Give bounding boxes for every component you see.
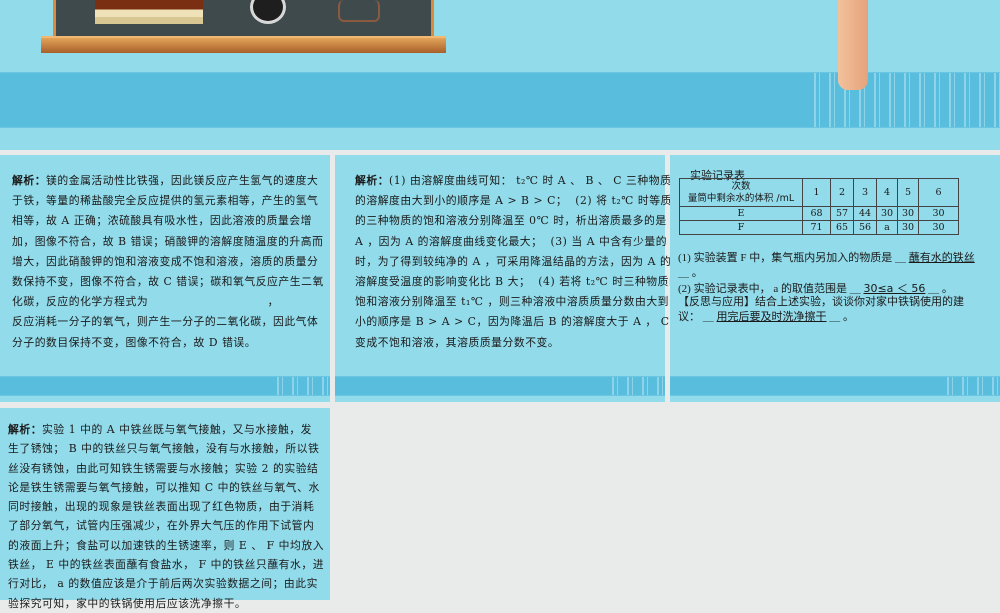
table-row-f: F 71 65 56 a 30 30	[679, 220, 959, 235]
slide-thumbnail-4[interactable]: 解析：实验 1 中的 A 中铁丝既与氧气接触，又与水接触，发生了锈蚀； B 中的…	[0, 408, 330, 610]
row-label: E	[679, 206, 803, 221]
col-header: 4	[876, 178, 898, 207]
cell: 30	[918, 220, 959, 235]
text-line: 相等，故 A 正确；浓硫酸具有吸水性，因此溶液的质量会增	[12, 214, 312, 228]
text-line: (1) 由溶解度曲线可知： t₂℃ 时 A 、 B 、 C 三种物质	[389, 174, 672, 187]
header-bottom: 量筒中剩余水的体积 /mL	[687, 192, 795, 204]
text-line: 行对比， a 的数值应该是介于前后两次实验数据之间；由此实	[8, 577, 318, 591]
decorative-band	[670, 376, 1000, 396]
text-line: 于铁，等量的稀盐酸完全反应提供的氢元素相等，产生的氢气	[12, 194, 319, 208]
text-line: A ，因为 A 的溶解度曲线变化最大； (3) 当 A 中含有少量的 B	[355, 234, 680, 248]
text-line: 增大，因此硝酸钾的饱和溶液变成不饱和溶液，溶质的质量分	[12, 254, 319, 268]
cell: 30	[876, 206, 898, 221]
cell: 30	[897, 206, 919, 221]
col-header: 3	[853, 178, 877, 207]
analysis-label: 解析：	[12, 174, 47, 187]
text-line: 的溶解度由大到小的顺序是 A > B > C； (2) 将 t₂℃ 时等质量	[355, 194, 684, 208]
books-image	[95, 0, 203, 24]
cell: 30	[897, 220, 919, 235]
slide-thumbnail-1[interactable]: 解析：镁的金属活动性比铁强，因此镁反应产生氢气的速度大于铁，等量的稀盐酸完全反应…	[0, 155, 330, 402]
text-line: 分子的数目保持不变，图像不符合，故 D 错误。	[12, 335, 257, 349]
question-3: 【反思与应用】结合上述实验，谈谈你对家中铁锅使用的建 议： ＿ 用完后要及时洗净擦…	[678, 296, 964, 323]
analysis-text: 实验 1 中的 A 中铁丝既与氧气接触，又与水接触，发生了锈蚀； B 中的铁丝只…	[8, 423, 324, 610]
col-header: 5	[897, 178, 919, 207]
analysis-label: 解析：	[355, 174, 390, 187]
glasses-image	[338, 0, 380, 22]
text-line: 丝没有锈蚀，由此可知铁生锈需要与水接触；实验 2 的实验结	[8, 461, 319, 475]
answer-2: 30≤a ＜ 56	[863, 282, 926, 295]
col-header: 6	[918, 178, 959, 207]
cell: 71	[802, 220, 831, 235]
analysis-label: 解析：	[8, 423, 43, 436]
answer-1: 蘸有水的铁丝	[908, 252, 975, 264]
text-line: 了部分氧气，试管内压强减少，在外界大气压的作用下试管内	[8, 519, 315, 533]
text-line: 生了锈蚀； B 中的铁丝只与氧气接触，没有与水接触，所以铁	[8, 442, 320, 456]
text-line: 化碳，反应的化学方程式为 ，	[12, 295, 279, 309]
text-line: 加，图像不符合，故 B 错误；硝酸钾的溶解度随温度的升高而	[12, 234, 324, 248]
cell: 44	[853, 206, 877, 221]
text-line: 小的顺序是 B > A > C，因为降温后 B 的溶解度大于 A ， C	[355, 315, 670, 329]
text-line: 时，为了得到较纯净的 A ，可采用降温结晶的方法，因为 A 的	[355, 254, 672, 268]
question-1: (1) 实验装置 F 中，集气瓶内另加入的物质是 ＿ 蘸有水的铁丝 ＿ 。	[678, 252, 975, 279]
title-slide-thumbnail[interactable]	[0, 0, 1000, 150]
text-line: 饱和溶液分别降温至 t₁℃ ，则三种溶液中溶质质量分数由大到	[355, 295, 670, 309]
cell: 56	[853, 220, 877, 235]
text-line: 变成不饱和溶液，其溶质质量分数不变。	[355, 335, 560, 349]
header-top: 次数	[731, 180, 751, 192]
cell: 65	[830, 220, 854, 235]
slide-thumbnail-2[interactable]: 解析：(1) 由溶解度曲线可知： t₂℃ 时 A 、 B 、 C 三种物质的溶解…	[335, 155, 683, 402]
cell: a	[876, 220, 898, 235]
cell: 68	[802, 206, 831, 221]
slide-thumbnail-3[interactable]: 实验记录表 次数 量筒中剩余水的体积 /mL 123456 E 68 57 44 30 30…	[670, 155, 1000, 402]
answer-3: 用完后要及时洗净擦干	[716, 311, 827, 323]
text-line: 论是铁生锈需要与氧气接触，可以推知 C 中的铁丝与氧气、水	[8, 480, 320, 494]
col-header: 2	[830, 178, 854, 207]
text-line: 的液面上升；食盐可以加速铁的生锈速率，则 E 、 F 中均放入	[8, 538, 325, 552]
table-row-e: E 68 57 44 30 30 30	[679, 206, 959, 221]
text-line: 同时接触，出现的现象是铁丝表面出现了红色物质，由于消耗	[8, 500, 315, 514]
decorative-band	[0, 376, 330, 396]
text-line: 实验 1 中的 A 中铁丝既与氧气接触，又与水接触，发	[42, 423, 313, 436]
cell: 57	[830, 206, 854, 221]
text-line: 验探究可知，家中的铁锅使用后应该洗净擦干。	[8, 596, 247, 610]
row-label: F	[679, 220, 803, 235]
text-line: 铁丝， E 中的铁丝表面蘸有食盐水， F 中的铁丝只蘸有水，进	[8, 558, 325, 572]
character-legs-image	[838, 0, 868, 90]
text-line: 数保持不变，图像不符合，故 C 错误；碳和氧气反应产生二氧	[12, 275, 324, 289]
text-line: 镁的金属活动性比铁强，因此镁反应产生氢气的速度大	[46, 174, 319, 187]
cell: 30	[918, 206, 959, 221]
experiment-table: 次数 量筒中剩余水的体积 /mL 123456 E 68 57 44 30 30 30 F 71…	[679, 178, 959, 235]
col-header: 1	[802, 178, 831, 207]
decorative-band	[335, 376, 665, 396]
text-line: 的三种物质的饱和溶液分别降温至 0℃ 时，析出溶质最多的是	[355, 214, 667, 228]
analysis-text: (1) 由溶解度曲线可知： t₂℃ 时 A 、 B 、 C 三种物质的溶解度由大…	[355, 174, 683, 349]
analysis-text: 镁的金属活动性比铁强，因此镁反应产生氢气的速度大于铁，等量的稀盐酸完全反应提供的…	[12, 174, 324, 349]
text-line: 反应消耗一分子的氧气，则产生一分子的二氧化碳，因此气体	[12, 315, 319, 329]
text-line: 溶解度受温度的影响变化比 B 大； (4) 若将 t₂℃ 时三种物质的	[355, 275, 681, 289]
